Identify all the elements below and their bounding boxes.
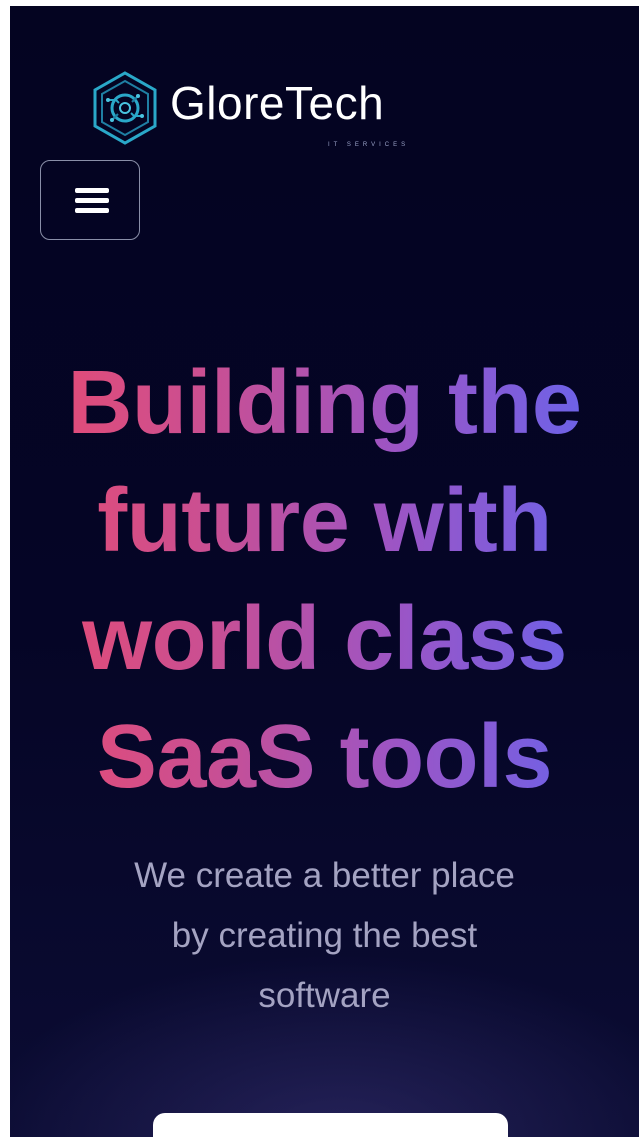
hero-headline: Building the future with world class Saa… [10, 344, 639, 816]
menu-toggle-button[interactable] [40, 160, 140, 240]
brand-tagline: IT SERVICES [328, 142, 410, 148]
hexagon-circuit-logo-icon [93, 71, 157, 145]
brand-name: GloreTech [170, 77, 385, 129]
subtitle-line: software [258, 976, 391, 1015]
subtitle-line: by creating the best [171, 916, 478, 955]
subtitle-line: We create a better place [134, 856, 515, 895]
page: GloreTech IT SERVICES Building the futur… [10, 6, 639, 1137]
cta-button[interactable] [153, 1113, 508, 1137]
headline-line: Building the [67, 353, 582, 453]
headline-line: future with [97, 471, 552, 571]
headline-line: SaaS tools [96, 707, 553, 807]
hero-subtitle: We create a better place by creating the… [10, 846, 639, 1026]
hero-section: Building the future with world class Saa… [10, 344, 639, 816]
brand-logo[interactable]: GloreTech IT SERVICES [90, 70, 470, 160]
headline-line: world class [82, 589, 567, 689]
